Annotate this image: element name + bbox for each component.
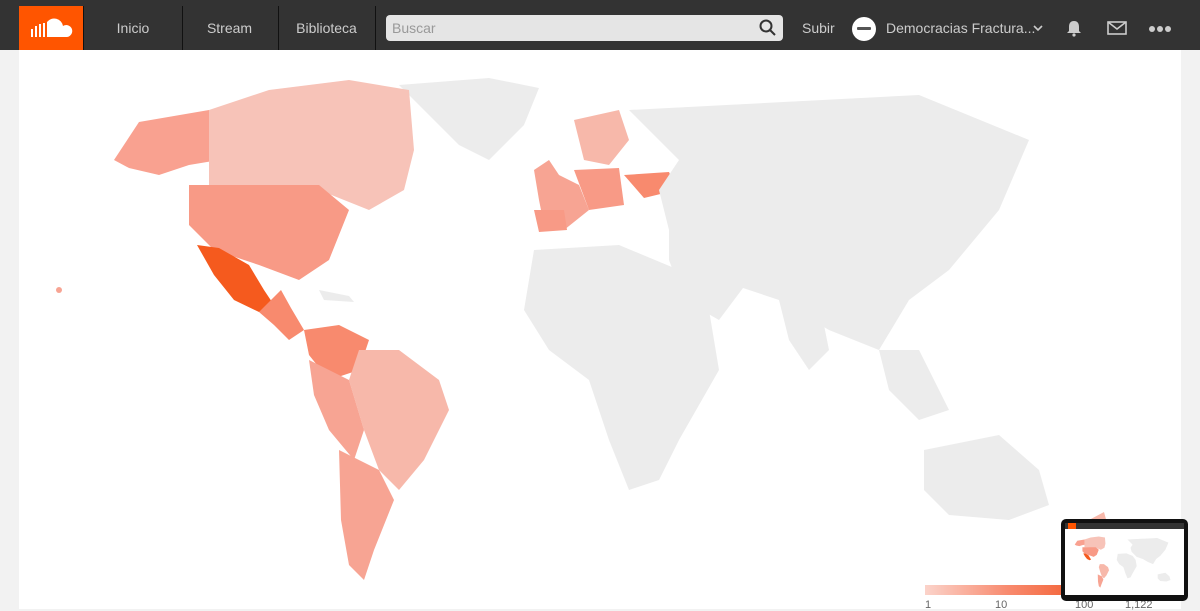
nav-stream[interactable]: Stream [181,6,279,50]
nav-home[interactable]: Inicio [83,6,183,50]
thumbnail-screen [1065,523,1184,595]
chevron-down-icon[interactable] [1032,22,1044,34]
legend-label-10: 10 [995,599,1008,611]
region-iberia [534,210,567,232]
search-input[interactable] [386,15,758,41]
envelope-icon[interactable] [1107,21,1127,35]
search-icon[interactable] [759,19,777,37]
more-options-icon[interactable] [1149,25,1171,33]
top-nav-bar: Inicio Stream Biblioteca Subir Democraci… [0,6,1200,50]
region-alaska [114,110,219,175]
bell-icon[interactable] [1065,19,1083,37]
soundcloud-logo[interactable] [19,6,83,50]
region-caribbean [319,290,354,302]
region-australia [924,435,1049,520]
greenland [399,78,539,160]
avatar[interactable] [852,17,876,41]
world-map [56,78,1109,580]
username-menu[interactable]: Democracias Fractura... [886,6,1035,50]
upload-link[interactable]: Subir [802,6,835,50]
nav-library[interactable]: Biblioteca [278,6,376,50]
cloud-logo-icon [31,18,73,37]
search-bar [386,15,783,41]
region-se-asia [879,350,949,420]
legend-label-min: 1 [925,599,932,611]
region-scandinavia [574,110,629,165]
screenshot-thumbnail[interactable] [1061,519,1188,601]
region-hawaii [56,287,62,293]
thumbnail-map [1074,536,1171,588]
stats-map-panel: 1 10 100 1,122 [19,50,1181,611]
